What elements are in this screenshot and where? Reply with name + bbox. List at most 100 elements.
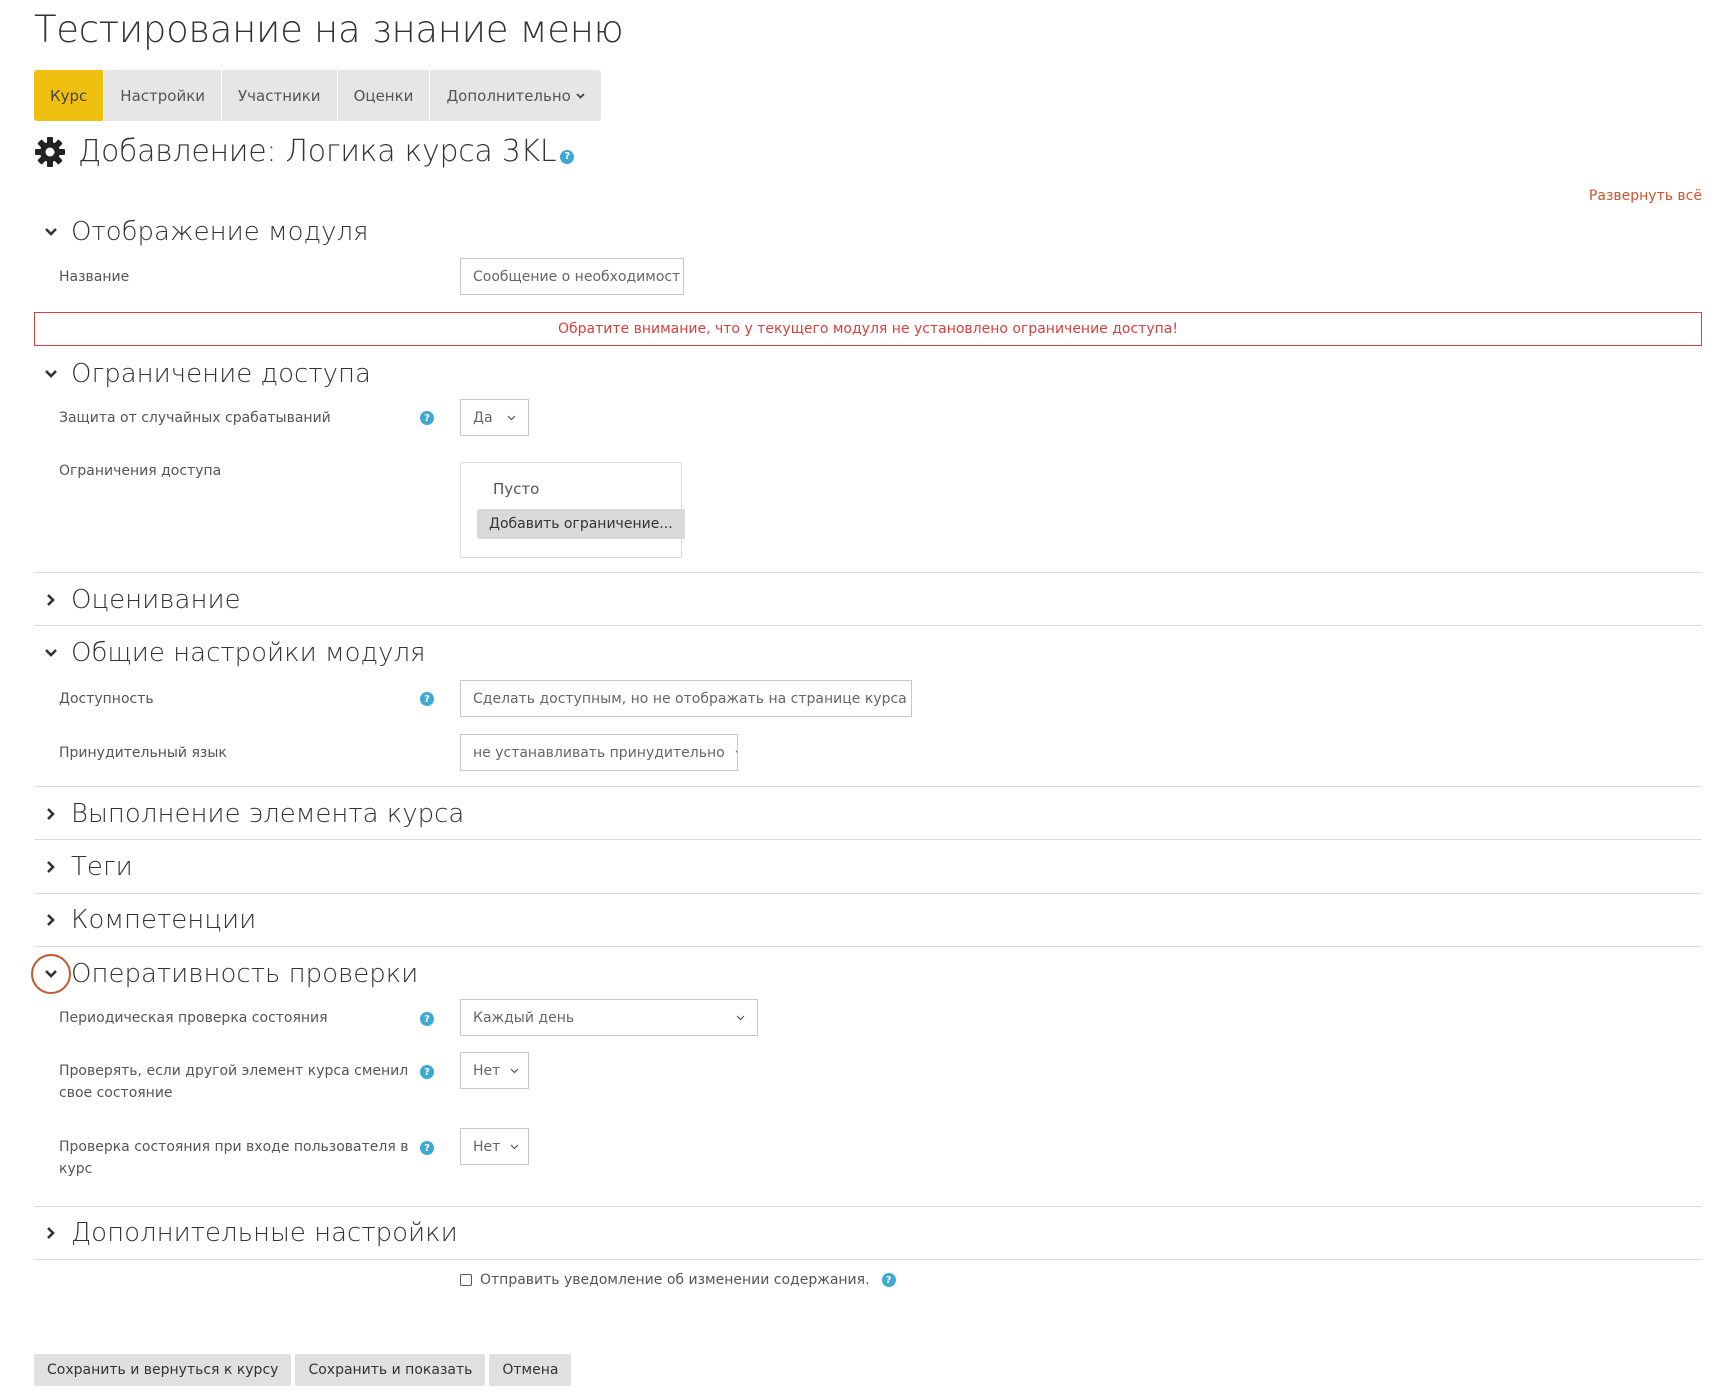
section-toggle-expanded[interactable] [31,633,71,673]
section-title: Ограничение доступа [71,359,371,389]
chevron-down-icon [44,969,58,979]
section-title: Отображение модуля [71,217,369,247]
login-check-select[interactable]: Нет [460,1128,529,1165]
tab-settings[interactable]: Настройки [104,70,223,121]
notify-label: Отправить уведомление об изменении содер… [480,1272,870,1288]
login-check-select-value: Нет [473,1138,501,1155]
cancel-button[interactable]: Отмена [489,1354,572,1386]
other-element-select[interactable]: Нет [460,1052,529,1089]
section-display-header: Отображение модуля [34,212,369,252]
label-line: свое состояние [59,1085,173,1101]
tab-label: Участники [238,86,321,105]
section-toggle-collapsed[interactable] [31,847,71,887]
notify-checkbox[interactable] [460,1274,472,1286]
help-icon[interactable]: ? [420,411,434,425]
section-title: Компетенции [71,905,257,935]
tab-label: Настройки [120,86,206,105]
section-tags-header: Теги [34,847,133,887]
section-divider [34,839,1702,840]
help-icon[interactable]: ? [881,1273,896,1287]
section-divider [34,625,1702,626]
chevron-down-icon [44,369,58,379]
restrictions-empty-text: Пусто [493,480,540,498]
availability-label: Доступность [59,691,154,707]
help-icon[interactable]: ? [420,1012,434,1026]
chevron-down-icon [726,1015,745,1021]
gear-icon [34,136,66,168]
chevron-down-icon [44,648,58,658]
section-title: Оперативность проверки [71,959,419,989]
section-divider [34,1206,1702,1207]
help-icon[interactable]: ? [420,1065,434,1079]
tab-label: Курс [50,86,88,105]
help-icon[interactable]: ? [420,692,434,706]
name-input-value: Сообщение о необходимост [473,268,681,285]
notify-row: Отправить уведомление об изменении содер… [460,1272,896,1288]
availability-select[interactable]: Сделать доступным, но не отображать на с… [460,680,912,717]
other-element-select-value: Нет [473,1062,501,1079]
help-icon[interactable]: ? [560,149,575,164]
language-select-value: не устанавливать принудительно [473,744,725,761]
tab-grades[interactable]: Оценки [338,70,431,121]
page-heading: Добавление: Логика курса 3KL ? [34,134,575,169]
tab-more[interactable]: Дополнительно [430,70,600,121]
name-input[interactable]: Сообщение о необходимост [460,258,684,295]
protect-label: Защита от случайных срабатываний [59,410,331,426]
add-restriction-button[interactable]: Добавить ограничение... [477,509,685,539]
section-toggle-collapsed[interactable] [31,1213,71,1253]
section-title: Общие настройки модуля [71,638,426,668]
label-line: Проверка состояния при входе пользовател… [59,1139,409,1155]
section-title: Оценивание [71,585,241,615]
section-divider [34,786,1702,787]
section-completion-header: Выполнение элемента курса [34,794,464,834]
chevron-down-icon [907,696,911,702]
section-divider [34,946,1702,947]
protect-select[interactable]: Да [460,399,529,436]
section-title: Выполнение элемента курса [71,799,465,829]
section-toggle-collapsed[interactable] [31,794,71,834]
course-tabs: Курс Настройки Участники Оценки Дополнит… [34,70,601,121]
section-access-header: Ограничение доступа [34,354,371,394]
help-icon[interactable]: ? [420,1141,434,1155]
chevron-right-icon [46,1226,56,1240]
section-competencies-header: Компетенции [34,900,256,940]
periodic-select[interactable]: Каждый день [460,999,758,1036]
availability-select-value: Сделать доступным, но не отображать на с… [473,690,907,707]
section-toggle-collapsed[interactable] [31,900,71,940]
section-check-header: Оперативность проверки [31,954,419,994]
section-divider [34,893,1702,894]
section-toggle-expanded[interactable] [31,354,71,394]
course-title: Тестирование на знание меню [34,8,624,51]
tab-label: Дополнительно [446,86,571,105]
restrictions-label: Ограничения доступа [59,463,222,479]
section-toggle-expanded[interactable] [31,954,71,994]
save-show-button[interactable]: Сохранить и показать [295,1354,486,1386]
chevron-down-icon [497,415,516,421]
section-title: Теги [71,852,133,882]
section-advanced-header: Дополнительные настройки [34,1213,458,1253]
chevron-down-icon [725,750,737,756]
restrictions-box: Пусто Добавить ограничение... [460,462,685,558]
language-select[interactable]: не устанавливать принудительно [460,734,738,771]
tab-participants[interactable]: Участники [222,70,338,121]
chevron-down-icon [500,1144,519,1150]
tab-course[interactable]: Курс [34,70,105,121]
label-line: курс [59,1161,93,1177]
section-toggle-collapsed[interactable] [31,580,71,620]
chevron-right-icon [46,807,56,821]
form-buttons: Сохранить и вернуться к курсу Сохранить … [34,1354,572,1386]
language-label: Принудительный язык [59,745,227,761]
section-title: Дополнительные настройки [71,1218,458,1248]
section-toggle-expanded[interactable] [31,212,71,252]
chevron-right-icon [46,593,56,607]
section-grading-header: Оценивание [34,580,241,620]
chevron-down-icon [44,227,58,237]
save-return-button[interactable]: Сохранить и вернуться к курсу [34,1354,292,1386]
chevron-right-icon [46,913,56,927]
section-divider [34,572,1702,573]
chevron-down-icon [500,1068,519,1074]
expand-all-link[interactable]: Развернуть всё [1589,188,1702,204]
chevron-right-icon [46,860,56,874]
page-title: Добавление: Логика курса 3KL [78,134,557,169]
access-warning: Обратите внимание, что у текущего модуля… [34,312,1702,346]
